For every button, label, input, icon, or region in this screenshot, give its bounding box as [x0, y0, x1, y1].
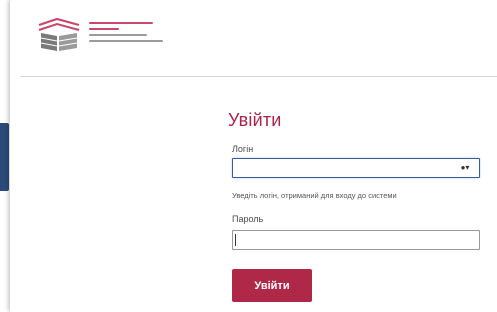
login-page: Увійти Логін ●▾ Уведіть логін, отриманий…: [10, 0, 497, 312]
logo-wordmark: [89, 22, 167, 48]
login-label: Логін: [232, 144, 254, 154]
site-header: [10, 0, 497, 76]
login-button[interactable]: Увійти: [232, 269, 312, 302]
text-cursor: [235, 234, 236, 246]
login-hint: Уведіть логін, отриманий для входу до си…: [232, 191, 397, 200]
header-divider: [20, 76, 497, 77]
login-input[interactable]: [232, 158, 480, 178]
site-logo[interactable]: [37, 18, 167, 54]
password-input[interactable]: [232, 230, 480, 250]
side-tab: [0, 123, 9, 191]
login-title: Увійти: [228, 110, 282, 130]
password-label: Пароль: [232, 214, 264, 224]
logo-emblem-icon: [38, 18, 80, 51]
key-toggle-icon[interactable]: ●▾: [456, 163, 474, 173]
